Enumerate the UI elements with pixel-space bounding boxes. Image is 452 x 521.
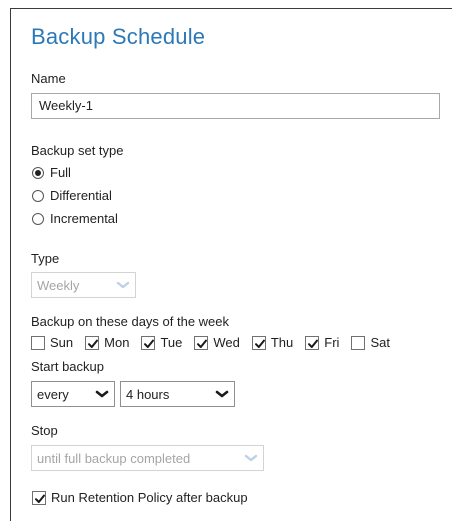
radio-differential[interactable]: Differential (32, 188, 112, 203)
radio-full[interactable]: Full (32, 165, 71, 180)
checkmark-icon (144, 339, 155, 348)
retention-label: Run Retention Policy after backup (51, 490, 248, 505)
backup-schedule-panel: Backup Schedule Name Weekly-1 Backup set… (10, 8, 452, 521)
start-frequency-select[interactable]: every (31, 381, 115, 407)
start-interval-value: 4 hours (126, 386, 170, 402)
day-sun-label: Sun (50, 335, 74, 350)
day-tue-label: Tue (160, 335, 183, 350)
chevron-down-icon (95, 390, 109, 398)
start-frequency-value: every (37, 386, 69, 402)
name-input[interactable]: Weekly-1 (31, 93, 440, 119)
day-wed-label: Wed (213, 335, 240, 350)
radio-incremental-indicator[interactable] (32, 212, 44, 225)
day-fri[interactable]: Fri (305, 335, 339, 350)
backup-set-type-label: Backup set type (31, 143, 124, 158)
start-backup-label: Start backup (31, 359, 104, 374)
name-label: Name (31, 71, 66, 86)
radio-differential-indicator[interactable] (32, 189, 44, 202)
radio-full-indicator[interactable] (32, 166, 44, 179)
day-thu-checkbox[interactable] (251, 335, 266, 350)
day-wed[interactable]: Wed (194, 335, 240, 350)
type-label: Type (31, 251, 60, 266)
checkmark-icon (254, 339, 265, 348)
day-mon-label: Mon (104, 335, 130, 350)
chevron-down-icon (215, 390, 229, 398)
day-fri-label: Fri (324, 335, 340, 350)
days-checkbox-group: Sun Mon Tue Wed Thu Fri Sat (31, 335, 402, 350)
day-tue[interactable]: Tue (141, 335, 182, 350)
day-mon-checkbox[interactable] (85, 335, 100, 350)
retention-option[interactable]: Run Retention Policy after backup (32, 490, 248, 505)
page-title: Backup Schedule (31, 24, 206, 49)
radio-full-label: Full (50, 165, 71, 180)
stop-label: Stop (31, 423, 58, 438)
stop-select-value: until full backup completed (37, 450, 191, 466)
chevron-down-icon (116, 281, 130, 289)
day-sun-checkbox[interactable] (31, 335, 45, 350)
type-select: Weekly (31, 272, 136, 298)
day-fri-checkbox[interactable] (305, 335, 320, 350)
day-thu[interactable]: Thu (251, 335, 294, 350)
day-sun[interactable]: Sun (31, 335, 73, 350)
days-label: Backup on these days of the week (31, 314, 230, 329)
checkmark-icon (88, 339, 99, 348)
checkmark-icon (35, 494, 45, 503)
checkmark-icon (308, 339, 319, 348)
day-wed-checkbox[interactable] (194, 335, 209, 350)
day-sat[interactable]: Sat (351, 335, 390, 350)
radio-incremental[interactable]: Incremental (32, 211, 118, 226)
checkmark-icon (197, 339, 208, 348)
retention-checkbox[interactable] (32, 490, 46, 505)
radio-differential-label: Differential (50, 188, 112, 203)
day-tue-checkbox[interactable] (141, 335, 156, 350)
type-select-value: Weekly (37, 277, 80, 293)
radio-incremental-label: Incremental (50, 211, 118, 226)
day-sat-checkbox[interactable] (351, 335, 366, 350)
day-sat-label: Sat (370, 335, 390, 350)
day-thu-label: Thu (270, 335, 294, 350)
stop-select: until full backup completed (31, 445, 264, 471)
start-interval-select[interactable]: 4 hours (120, 381, 235, 407)
day-mon[interactable]: Mon (85, 335, 129, 350)
chevron-down-icon (244, 454, 258, 462)
